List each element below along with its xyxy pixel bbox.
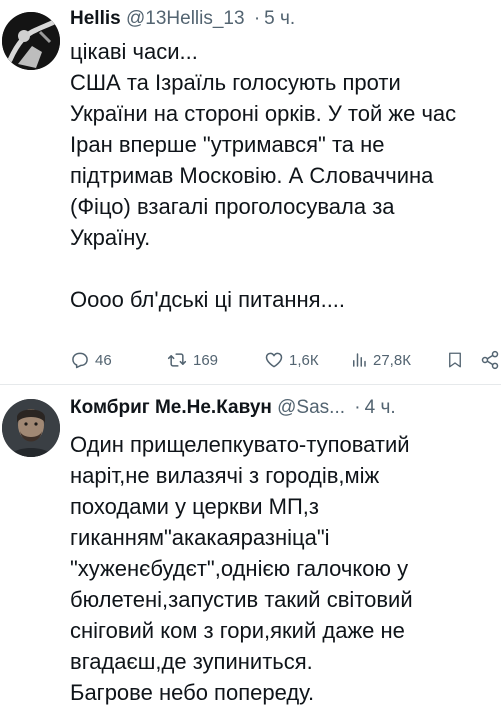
tweet-text-line: Іран вперше "утримався" та не bbox=[70, 132, 385, 157]
retweet-icon bbox=[167, 353, 187, 367]
tweet-text-line: (Фіцо) взагалі проголосувала за bbox=[70, 194, 395, 219]
reply-count: 46 bbox=[95, 351, 112, 369]
tweet-text-line: США та Ізраїль голосують проти bbox=[70, 70, 401, 95]
tweet-text-line: підтримав Московію. А Словаччина bbox=[70, 163, 434, 188]
author-handle[interactable]: @Sas... bbox=[277, 397, 345, 418]
tweet-text: Один прищелепкувато-туповатий наріт,не в… bbox=[70, 429, 501, 708]
views-count: 27,8К bbox=[373, 351, 411, 369]
tweet-text-line: України на стороні орків. У той же час bbox=[70, 101, 457, 126]
views-button[interactable]: 27,8К bbox=[350, 348, 411, 372]
share-button[interactable] bbox=[480, 348, 500, 372]
reply-button[interactable]: 46 bbox=[70, 348, 112, 372]
tweet-text-line: бюлетені,запустив такий світовий bbox=[70, 587, 413, 612]
tweet-text-line: Оооо бл'дські ці питання.... bbox=[70, 287, 346, 312]
tweet-text-line: наріт,не вилазячі з городів,між bbox=[70, 463, 380, 488]
tweet-text-line: цікаві часи... bbox=[70, 39, 198, 64]
bookmark-icon bbox=[449, 352, 461, 368]
tweet-header: Hellis @13Hellis_13 · 5 ч. bbox=[70, 6, 295, 32]
retweet-count: 169 bbox=[193, 351, 219, 369]
tweet-header: Комбриг Ме.Не.Кавун @Sas... · 4 ч. bbox=[70, 395, 396, 421]
heart-icon bbox=[265, 352, 283, 368]
tweet-text-line: вгадаєш,де зупиниться. bbox=[70, 649, 313, 674]
reply-icon bbox=[72, 352, 88, 369]
separator-dot: · bbox=[354, 397, 361, 418]
tweet-text-line: походами у церкви МП,з bbox=[70, 494, 319, 519]
avatar[interactable] bbox=[2, 12, 60, 70]
timestamp[interactable]: 4 ч. bbox=[365, 397, 396, 418]
tweet-text-line: гиканням"акакаяразніца"і bbox=[70, 525, 330, 550]
timestamp[interactable]: 5 ч. bbox=[264, 8, 295, 29]
separator-dot: · bbox=[253, 8, 261, 29]
views-icon bbox=[353, 353, 366, 367]
action-bar: 46 169 1,6К 27,8К bbox=[70, 348, 501, 372]
author-name[interactable]: Hellis bbox=[70, 8, 121, 29]
tweet[interactable]: Комбриг Ме.Не.Кавун @Sas... · 4 ч. Один п… bbox=[0, 385, 501, 720]
tweet-text-line: сніговий ком з гори,який даже не bbox=[70, 618, 405, 643]
tweet-text: цікаві часи... США та Ізраїль голосують … bbox=[70, 36, 501, 315]
retweet-button[interactable]: 169 bbox=[166, 348, 218, 372]
tweet-text-line: Багрове небо попереду. bbox=[70, 680, 315, 705]
tweet-text-line: "хуженєбудєт",однією галочкою у bbox=[70, 556, 409, 581]
tweet[interactable]: Hellis @13Hellis_13 · 5 ч. цікаві часи...… bbox=[0, 0, 501, 385]
like-button[interactable]: 1,6К bbox=[264, 348, 319, 372]
bookmark-button[interactable] bbox=[446, 348, 464, 372]
share-icon bbox=[481, 350, 499, 370]
tweet-text-line: Україну. bbox=[70, 225, 151, 250]
tweet-text-line: Один прищелепкувато-туповатий bbox=[70, 432, 410, 457]
like-count: 1,6К bbox=[289, 351, 319, 369]
avatar[interactable] bbox=[2, 399, 60, 457]
author-name[interactable]: Комбриг Ме.Не.Кавун bbox=[70, 397, 272, 418]
author-handle[interactable]: @13Hellis_13 bbox=[126, 8, 245, 29]
